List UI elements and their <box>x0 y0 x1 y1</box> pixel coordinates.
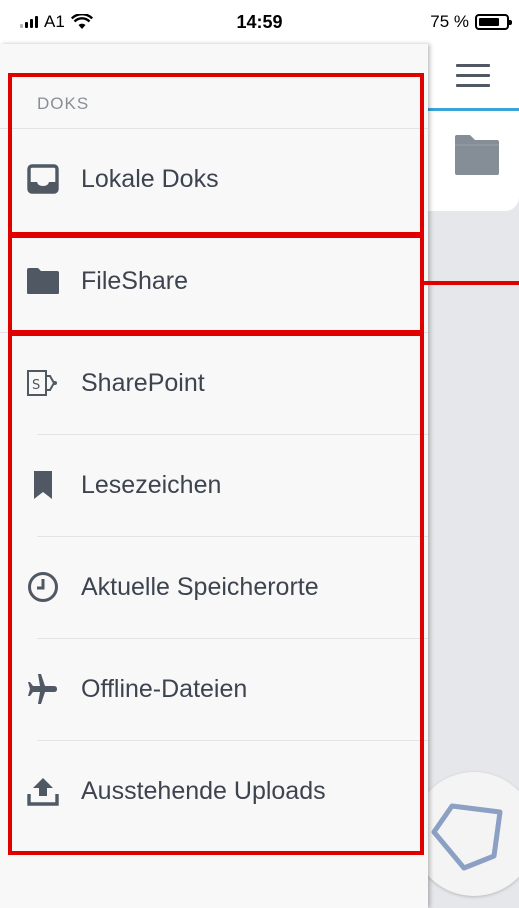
drawer-item-aktuelle-speicherorte[interactable]: Aktuelle Speicherorte <box>0 536 428 638</box>
inbox-icon <box>26 162 60 196</box>
battery-icon <box>475 14 512 30</box>
drawer-item-ausstehende-uploads[interactable]: Ausstehende Uploads <box>0 740 428 842</box>
clock-icon <box>26 570 60 604</box>
drawer-item-lesezeichen[interactable]: Lesezeichen <box>0 434 428 536</box>
drawer-item-fileshare[interactable]: FileShare <box>0 230 428 332</box>
airplane-icon <box>26 672 60 706</box>
navigation-drawer: DOKS Lokale Doks FileShare S SharePoint … <box>0 44 428 908</box>
drawer-item-offline-dateien[interactable]: Offline-Dateien <box>0 638 428 740</box>
drawer-item-label: Ausstehende Uploads <box>81 776 326 805</box>
drawer-item-label: Offline-Dateien <box>81 674 248 703</box>
drawer-item-label: Aktuelle Speicherorte <box>81 572 319 601</box>
drawer-item-label: SharePoint <box>81 368 205 397</box>
status-right: 75 % <box>430 12 512 32</box>
drawer-item-lokale-doks[interactable]: Lokale Doks <box>0 128 428 230</box>
folder-icon <box>455 135 499 175</box>
hamburger-menu-icon[interactable] <box>456 64 490 88</box>
upload-icon <box>26 774 60 808</box>
bookmark-icon <box>26 468 60 502</box>
status-bar: A1 14:59 75 % <box>0 0 519 44</box>
floating-action-button[interactable] <box>412 772 519 896</box>
drawer-item-label: Lokale Doks <box>81 164 219 193</box>
battery-percent: 75 % <box>430 12 469 31</box>
pentagon-icon <box>431 803 503 871</box>
svg-text:S: S <box>32 378 40 393</box>
main-content-background <box>412 44 519 908</box>
main-header <box>428 44 519 111</box>
drawer-item-label: FileShare <box>81 266 188 295</box>
folder-icon <box>26 264 60 298</box>
annotation-line <box>424 281 519 285</box>
main-folder-card[interactable] <box>428 111 519 211</box>
drawer-item-label: Lesezeichen <box>81 470 222 499</box>
drawer-item-sharepoint[interactable]: S SharePoint <box>0 332 428 434</box>
section-title: DOKS <box>37 94 90 113</box>
sharepoint-icon: S <box>26 366 60 400</box>
